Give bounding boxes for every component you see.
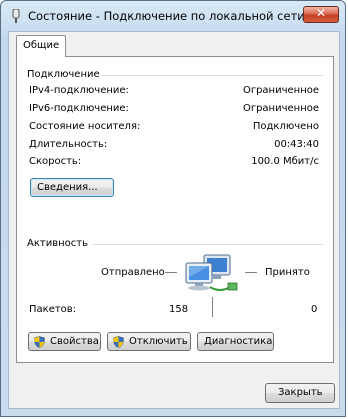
close-button[interactable]: Закрыть [265, 383, 335, 403]
connection-divider [101, 75, 323, 76]
connection-group-title: Подключение [27, 69, 100, 80]
media-state-label: Состояние носителя: [29, 121, 141, 132]
ipv4-value: Ограниченное [242, 85, 319, 96]
disable-button-label: Отключить [129, 336, 188, 347]
activity-divider [93, 244, 323, 245]
speed-value: 100.0 Мбит/с [251, 156, 319, 167]
duration-value: 00:43:40 [274, 139, 319, 150]
tab-panel: Подключение IPv4-подключение: Ограниченн… [16, 56, 334, 363]
activity-group-title: Активность [27, 238, 88, 249]
ipv4-label: IPv4-подключение: [29, 85, 129, 96]
client-area: Общие Подключение IPv4-подключение: Огра… [8, 31, 340, 409]
packets-received-value: 0 [311, 304, 318, 315]
received-connector [245, 272, 257, 273]
tab-general[interactable]: Общие [16, 35, 66, 57]
received-label: Принято [265, 267, 310, 278]
details-button-label: Сведения... [37, 182, 98, 193]
sent-label: Отправлено [101, 267, 165, 278]
sent-connector [165, 272, 177, 273]
packets-sent-value: 158 [169, 304, 189, 315]
title-bar[interactable]: Состояние - Подключение по локальной сет… [1, 1, 345, 31]
dialog-window: Состояние - Подключение по локальной сет… [0, 0, 346, 417]
duration-label: Длительность: [29, 139, 108, 150]
tab-general-label: Общие [23, 40, 60, 51]
close-window-button[interactable]: ✕ [303, 6, 339, 23]
uac-shield-icon [113, 336, 124, 348]
close-icon: ✕ [315, 6, 327, 20]
speed-label: Скорость: [29, 156, 82, 167]
disable-button[interactable]: Отключить [107, 332, 191, 351]
diagnose-button-label: Диагностика [204, 336, 273, 347]
packets-label: Пакетов: [29, 304, 77, 315]
packets-divider [212, 297, 213, 317]
ipv6-label: IPv6-подключение: [29, 103, 129, 114]
connection-plug-icon [12, 9, 20, 23]
diagnose-button[interactable]: Диагностика [197, 332, 274, 351]
properties-button[interactable]: Свойства [28, 332, 101, 351]
network-computers-icon [185, 254, 238, 291]
properties-button-label: Свойства [50, 336, 99, 347]
uac-shield-icon [34, 336, 45, 348]
media-state-value: Подключено [252, 121, 319, 132]
close-button-label: Закрыть [278, 387, 323, 398]
details-button[interactable]: Сведения... [30, 178, 114, 197]
ipv6-value: Ограниченное [242, 103, 319, 114]
window-title: Состояние - Подключение по локальной сет… [28, 9, 305, 23]
